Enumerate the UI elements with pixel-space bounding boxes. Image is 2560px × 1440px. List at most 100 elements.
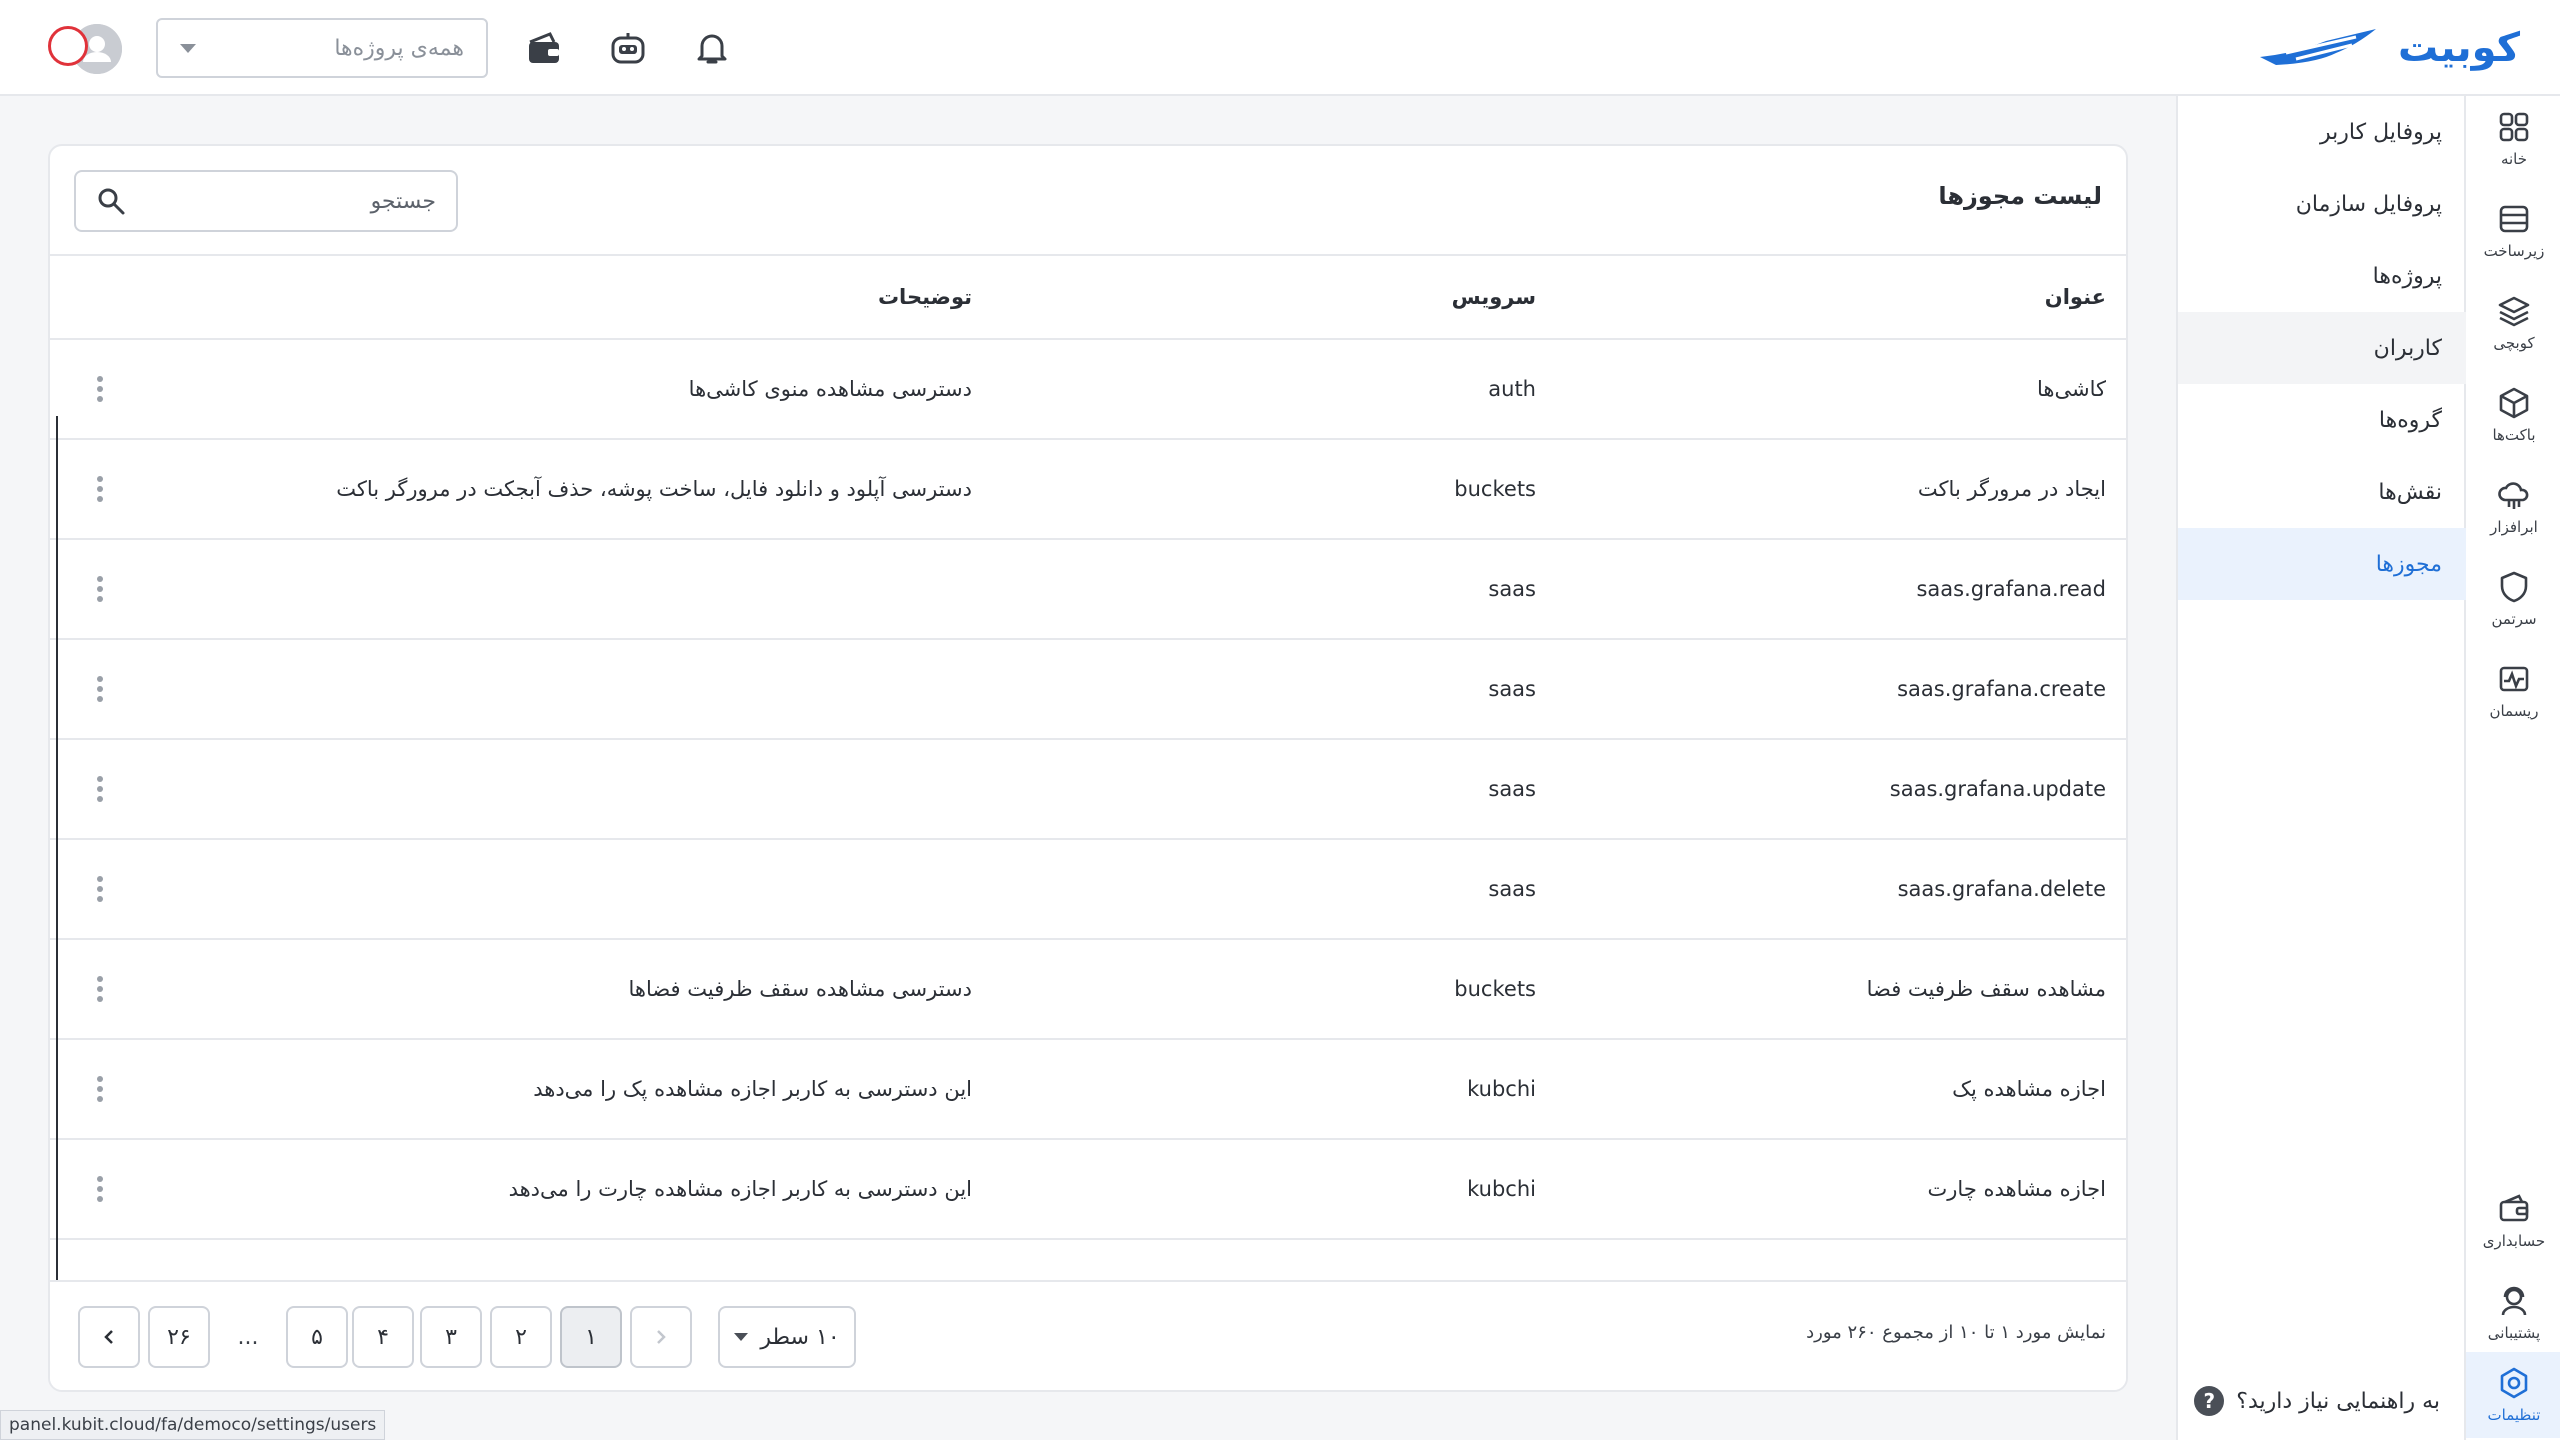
rail-item-support[interactable]: پشتیبانی <box>2466 1270 2560 1356</box>
help-label: به راهنمایی نیاز دارید؟ <box>2236 1388 2440 1414</box>
layers-icon <box>2498 296 2530 327</box>
cell-title: saas.grafana.read <box>1916 577 2106 601</box>
table-row[interactable]: saas.grafana.delete saas <box>50 840 2126 940</box>
kebab-icon <box>97 1176 103 1202</box>
kebab-icon <box>97 476 103 502</box>
shield-icon <box>2500 571 2528 603</box>
prev-page-button[interactable] <box>630 1306 692 1368</box>
page-button-4[interactable]: ۴ <box>352 1306 414 1368</box>
rail-item-kubchi[interactable]: کوبچی <box>2466 280 2560 366</box>
cell-title: اجازه مشاهده چارت <box>1927 1177 2106 1201</box>
table-row[interactable]: saas.grafana.update saas <box>50 740 2126 840</box>
table-row[interactable]: saas.grafana.read saas <box>50 540 2126 640</box>
robot-assistant-icon[interactable] <box>608 28 648 68</box>
row-menu-button[interactable] <box>88 1040 112 1138</box>
row-menu-button[interactable] <box>88 840 112 938</box>
kubit-logo[interactable]: کوبیت <box>2256 20 2520 76</box>
icon-rail: خانه زیرساخت کوبچی باکت‌ها ابرافزار سرتم… <box>2464 96 2560 1440</box>
row-menu-button[interactable] <box>88 540 112 638</box>
cell-service: auth <box>1488 377 1536 401</box>
rail-label: تنظیمات <box>2487 1406 2541 1424</box>
box-icon <box>2499 387 2529 419</box>
header-service[interactable]: سرویس <box>1452 256 1536 338</box>
results-summary: نمایش مورد ۱ تا ۱۰ از مجموع ۲۶۰ مورد <box>1806 1322 2106 1343</box>
rail-item-cloud[interactable]: ابرافزار <box>2466 464 2560 550</box>
row-menu-button[interactable] <box>88 340 112 438</box>
organization-badge-icon[interactable] <box>48 26 88 66</box>
subnav-item-users[interactable]: کاربران <box>2178 312 2466 384</box>
rail-item-security[interactable]: سرتمن <box>2466 556 2560 642</box>
help-link[interactable]: به راهنمایی نیاز دارید؟ ? <box>2194 1386 2440 1416</box>
header-title[interactable]: عنوان <box>2045 256 2106 338</box>
table-row[interactable]: اجازه مشاهده چارت kubchi این دسترسی به ک… <box>50 1140 2126 1240</box>
table-row[interactable]: ایجاد در مرورگر باکت buckets دسترسی آپلو… <box>50 440 2126 540</box>
rows-per-page-select[interactable]: ۱۰ سطر <box>718 1306 856 1368</box>
support-icon <box>2501 1286 2527 1316</box>
cell-title: saas.grafana.delete <box>1897 877 2106 901</box>
settings-icon <box>2500 1367 2528 1399</box>
cell-title: اجازه مشاهده پک <box>1952 1077 2106 1101</box>
pagination-ellipsis: ... <box>237 1324 259 1350</box>
row-menu-button[interactable] <box>88 640 112 738</box>
table-row[interactable]: saas.grafana.create saas <box>50 640 2126 740</box>
question-icon: ? <box>2194 1386 2225 1416</box>
page-button-1[interactable]: ۱ <box>560 1306 622 1368</box>
table-row[interactable]: مشاهده سقف ظرفیت فضا buckets دسترسی مشاه… <box>50 940 2126 1040</box>
cell-description: دسترسی آپلود و دانلود فایل، ساخت پوشه، ح… <box>336 477 972 501</box>
status-bar-url: panel.kubit.cloud/fa/democo/settings/use… <box>0 1410 386 1440</box>
project-select-placeholder: همه‌ی پروژه‌ها <box>334 35 464 61</box>
pulse-icon <box>2499 666 2529 692</box>
row-menu-button[interactable] <box>88 940 112 1038</box>
wallet-icon <box>2499 1194 2529 1222</box>
server-icon <box>2499 205 2529 233</box>
wallet-icon[interactable] <box>524 28 564 68</box>
subnav-item-org-profile[interactable]: پروفایل سازمان <box>2178 168 2466 240</box>
rail-item-accounting[interactable]: حسابداری <box>2466 1178 2560 1264</box>
page-button-5[interactable]: ۵ <box>286 1306 348 1368</box>
table-header: عنوان سرویس توضیحات <box>50 254 2126 340</box>
scrollbar[interactable] <box>56 416 58 1354</box>
kebab-icon <box>97 376 103 402</box>
chevron-down-icon <box>734 1333 749 1341</box>
search-icon[interactable] <box>96 186 126 216</box>
kebab-icon <box>97 1076 103 1102</box>
chevron-right-icon <box>657 1330 666 1344</box>
page-button-3[interactable]: ۳ <box>420 1306 482 1368</box>
header-description[interactable]: توضیحات <box>878 256 972 338</box>
row-menu-button[interactable] <box>88 440 112 538</box>
table-row[interactable]: کاشی‌ها auth دسترسی مشاهده منوی کاشی‌ها <box>50 340 2126 440</box>
cell-description: این دسترسی به کاربر اجازه مشاهده پک را م… <box>533 1077 972 1101</box>
pagination-bar: نمایش مورد ۱ تا ۱۰ از مجموع ۲۶۰ مورد ۱۰ … <box>50 1280 2126 1390</box>
row-menu-button[interactable] <box>88 740 112 838</box>
rail-item-infrastructure[interactable]: زیرساخت <box>2466 188 2560 274</box>
chevron-down-icon <box>180 43 196 53</box>
notification-bell-icon[interactable] <box>692 28 732 68</box>
ship-logo-icon <box>2259 29 2376 65</box>
subnav-item-permissions[interactable]: مجوزها <box>2178 528 2466 600</box>
page-button-2[interactable]: ۲ <box>490 1306 552 1368</box>
project-select[interactable]: همه‌ی پروژه‌ها <box>156 18 488 78</box>
cell-title: saas.grafana.update <box>1889 777 2106 801</box>
rail-label: باکت‌ها <box>2492 426 2536 444</box>
top-header: کوبیت همه‌ی پروژه‌ها <box>0 0 2560 96</box>
table-row[interactable]: اجازه مشاهده پک kubchi این دسترسی به کار… <box>50 1040 2126 1140</box>
rail-item-buckets[interactable]: باکت‌ها <box>2466 372 2560 458</box>
page-button-last[interactable]: ۲۶ <box>148 1306 210 1368</box>
settings-subnav: پروفایل کاربر پروفایل سازمان پروژه‌ها کا… <box>2176 96 2466 1440</box>
next-page-button[interactable] <box>78 1306 140 1368</box>
search-placeholder: جستجو <box>370 188 436 214</box>
rail-label: ابرافزار <box>2490 518 2538 536</box>
search-input[interactable]: جستجو <box>74 170 458 232</box>
rail-item-settings[interactable]: تنظیمات <box>2466 1352 2560 1438</box>
subnav-item-groups[interactable]: گروه‌ها <box>2178 384 2466 456</box>
rail-item-home[interactable]: خانه <box>2466 96 2560 182</box>
cell-service: saas <box>1488 677 1536 701</box>
cell-description: دسترسی مشاهده منوی کاشی‌ها <box>688 377 972 401</box>
cell-service: saas <box>1488 777 1536 801</box>
row-menu-button[interactable] <box>88 1140 112 1238</box>
page-title: لیست مجوزها <box>1938 182 2102 210</box>
subnav-item-projects[interactable]: پروژه‌ها <box>2178 240 2466 312</box>
rail-item-monitoring[interactable]: ریسمان <box>2466 648 2560 734</box>
subnav-item-user-profile[interactable]: پروفایل کاربر <box>2178 96 2466 168</box>
subnav-item-roles[interactable]: نقش‌ها <box>2178 456 2466 528</box>
